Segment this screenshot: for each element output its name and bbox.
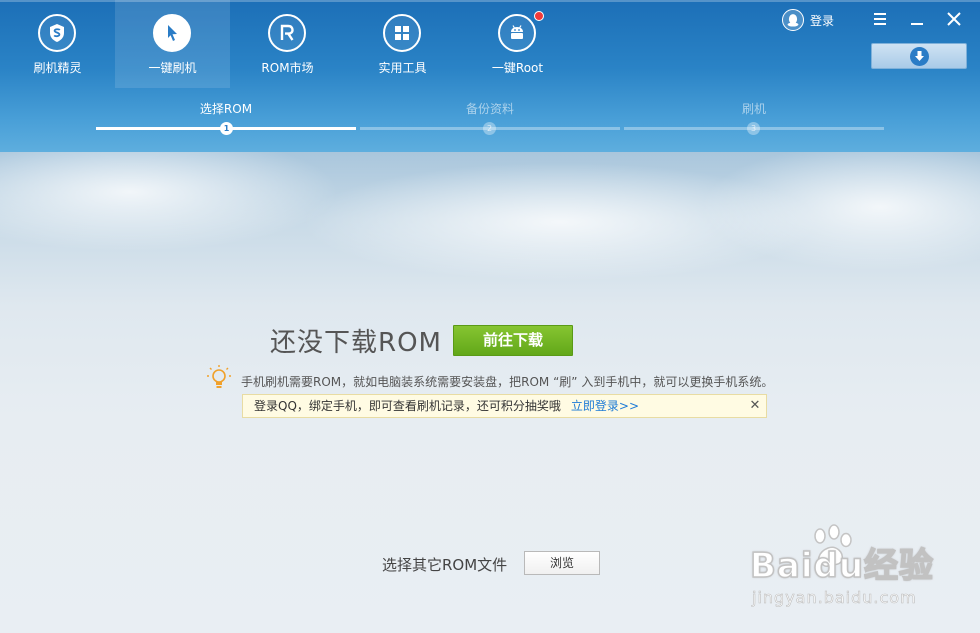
close-icon[interactable] — [943, 8, 965, 30]
top-header: 刷机精灵 一键刷机 ROM市场 实用工具 一键Root 登录 选择ROM 备份资… — [0, 0, 980, 152]
notice-text: 登录QQ，绑定手机，即可查看刷机记录，还可积分抽奖哦 — [254, 399, 561, 413]
step-number: 1 — [220, 122, 233, 135]
progress-steps: 选择ROM 备份资料 刷机 1 2 3 — [0, 96, 980, 140]
nav-icon-circle — [498, 14, 536, 52]
watermark-url: jingyan.baidu.com — [752, 588, 917, 608]
login-label: 登录 — [810, 13, 835, 28]
minimize-icon[interactable] — [906, 8, 928, 30]
sky-cloud — [0, 152, 340, 252]
step-number: 3 — [747, 122, 760, 135]
cursor-icon — [168, 25, 177, 41]
login-notice-bar: 登录QQ，绑定手机，即可查看刷机记录，还可积分抽奖哦 立即登录>> ✕ — [242, 394, 767, 418]
nav-label: 一键Root — [491, 61, 544, 75]
nav-item-flash-wizard[interactable]: 刷机精灵 — [0, 0, 115, 88]
nav-icon-circle — [268, 14, 306, 52]
baidu-jingyan-watermark: Baidu经验 jingyan.baidu.com — [748, 524, 976, 620]
shield-s-icon — [50, 24, 64, 42]
close-notice-icon[interactable]: ✕ — [748, 395, 762, 417]
step-label-flash: 刷机 — [741, 102, 766, 116]
nav-icon-circle — [38, 14, 76, 52]
nav-label: 一键刷机 — [148, 61, 197, 75]
login-now-link[interactable]: 立即登录>> — [571, 399, 639, 413]
no-rom-headline: 还没下载ROM — [270, 328, 442, 358]
watermark-brand: Baidu经验 — [749, 545, 935, 587]
step-label-backup: 备份资料 — [465, 102, 514, 116]
grid-icon — [395, 26, 409, 40]
nav-icon-circle — [383, 14, 421, 52]
nav-item-tools[interactable]: 实用工具 — [345, 0, 460, 88]
browse-button[interactable]: 浏览 — [524, 551, 600, 575]
download-manager-button[interactable] — [871, 43, 967, 69]
login-button[interactable]: 登录 — [782, 8, 834, 32]
go-download-button[interactable]: 前往下载 — [453, 325, 573, 356]
download-arrow-icon — [910, 47, 929, 66]
nav-item-one-click-flash[interactable]: 一键刷机 — [115, 0, 230, 88]
lightbulb-icon — [207, 365, 231, 388]
nav-label: ROM市场 — [261, 61, 314, 75]
android-icon — [511, 25, 523, 39]
nav-item-one-click-root[interactable]: 一键Root — [460, 0, 575, 88]
rom-r-icon — [280, 24, 294, 41]
nav-icon-circle — [153, 14, 191, 52]
nav-label: 实用工具 — [378, 61, 427, 75]
rom-tip-text: 手机刷机需要ROM，就如电脑装系统需要安装盘，把ROM “刷” 入到手机中，就可… — [241, 375, 774, 389]
menu-icon[interactable] — [869, 8, 891, 30]
notification-dot — [534, 11, 544, 21]
other-rom-label: 选择其它ROM文件 — [382, 556, 508, 574]
step-number: 2 — [483, 122, 496, 135]
main-nav: 刷机精灵 一键刷机 ROM市场 实用工具 一键Root — [0, 0, 575, 88]
nav-label: 刷机精灵 — [33, 61, 82, 75]
nav-item-rom-market[interactable]: ROM市场 — [230, 0, 345, 88]
main-content: 还没下载ROM 前往下载 手机刷机需要ROM，就如电脑装系统需要安装盘，把ROM… — [0, 152, 980, 633]
qq-penguin-icon — [782, 9, 804, 31]
step-label-select-rom: 选择ROM — [199, 102, 253, 116]
